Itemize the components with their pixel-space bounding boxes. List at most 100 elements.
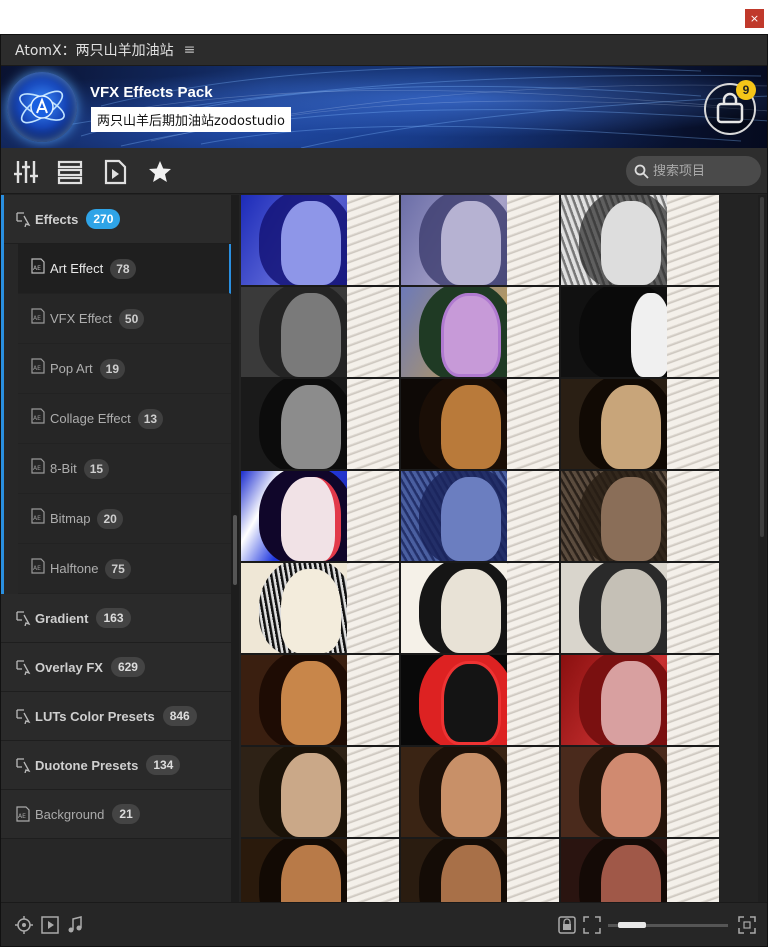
preview-thumbnail[interactable] bbox=[561, 471, 719, 561]
content-area: Effects 270 AE Art Effect 78 AE VFX Effe… bbox=[1, 195, 767, 929]
svg-text:AE: AE bbox=[33, 265, 41, 272]
atomx-panel: AtomX：两只山羊加油站 ≡ VFX Effects Pack 两只山羊后期加… bbox=[0, 34, 768, 947]
preview-thumbnail[interactable] bbox=[401, 563, 559, 653]
category-label: Effects bbox=[35, 211, 79, 227]
preview-thumbnail[interactable] bbox=[241, 747, 399, 837]
pack-subtitle: 两只山羊后期加油站zodostudio bbox=[91, 107, 291, 132]
panel-title: AtomX：两只山羊加油站 bbox=[15, 43, 174, 59]
subcategory-collage-effect[interactable]: AE Collage Effect 13 bbox=[18, 394, 231, 444]
folder-arrow-icon bbox=[16, 660, 31, 675]
search-box[interactable] bbox=[626, 156, 761, 186]
preview-thumbnail[interactable] bbox=[401, 379, 559, 469]
thumbnail-size-slider[interactable] bbox=[608, 922, 728, 928]
category-label: Background bbox=[35, 806, 105, 822]
svg-text:AE: AE bbox=[33, 565, 41, 572]
grid-scrollbar[interactable] bbox=[758, 195, 766, 902]
category-count: 846 bbox=[162, 706, 197, 726]
subcategory-art-effect[interactable]: AE Art Effect 78 bbox=[18, 244, 231, 294]
toolbar bbox=[1, 148, 767, 194]
folder-arrow-icon bbox=[16, 709, 31, 724]
preview-thumbnail[interactable] bbox=[401, 195, 559, 285]
ae-file-icon: AE bbox=[31, 508, 45, 524]
category-duotone-presets[interactable]: Duotone Presets 134 bbox=[1, 741, 231, 790]
category-gradient[interactable]: Gradient 163 bbox=[1, 594, 231, 643]
category-background[interactable]: AE Background 21 bbox=[1, 790, 231, 839]
preview-thumbnail[interactable] bbox=[401, 287, 559, 377]
music-note-icon[interactable] bbox=[66, 916, 84, 934]
folder-arrow-icon bbox=[16, 611, 31, 626]
preview-thumbnail[interactable] bbox=[561, 655, 719, 745]
svg-text:AE: AE bbox=[33, 315, 41, 322]
category-overlay-fx[interactable]: Overlay FX 629 bbox=[1, 643, 231, 692]
preview-grid bbox=[241, 195, 719, 929]
preview-thumbnail[interactable] bbox=[561, 747, 719, 837]
slider-knob[interactable] bbox=[618, 922, 646, 928]
play-box-icon[interactable] bbox=[41, 916, 59, 934]
category-count: 270 bbox=[86, 209, 121, 229]
subcategory-count: 75 bbox=[105, 558, 131, 579]
category-count: 21 bbox=[112, 804, 140, 824]
preview-thumbnail[interactable] bbox=[561, 379, 719, 469]
pack-banner: VFX Effects Pack 两只山羊后期加油站zodostudio 9 bbox=[1, 66, 767, 148]
preview-thumbnail[interactable] bbox=[561, 563, 719, 653]
category-effects[interactable]: Effects 270 bbox=[4, 195, 231, 244]
subcategory-label: Bitmap bbox=[50, 511, 91, 526]
svg-text:AE: AE bbox=[33, 515, 41, 522]
ae-file-icon: AE bbox=[31, 408, 45, 424]
window-titlebar: × bbox=[0, 0, 768, 34]
subcategory-pop-art[interactable]: AE Pop Art 19 bbox=[18, 344, 231, 394]
panel-tab[interactable]: AtomX：两只山羊加油站 ≡ bbox=[1, 35, 767, 66]
subcategory-label: Art Effect bbox=[50, 261, 104, 276]
star-icon[interactable] bbox=[147, 159, 173, 185]
preview-thumbnail[interactable] bbox=[241, 195, 399, 285]
folder-arrow-icon bbox=[16, 212, 31, 227]
category-label: LUTs Color Presets bbox=[35, 708, 155, 724]
search-input[interactable] bbox=[653, 163, 753, 179]
category-count: 134 bbox=[146, 755, 181, 775]
preview-thumbnail[interactable] bbox=[401, 471, 559, 561]
subcategory-count: 15 bbox=[83, 458, 110, 479]
ae-file-icon: AE bbox=[31, 258, 45, 274]
category-label: Duotone Presets bbox=[35, 757, 139, 773]
fit-icon[interactable] bbox=[583, 916, 601, 934]
subcategory-halftone[interactable]: AE Halftone 75 bbox=[18, 544, 231, 594]
subcategory-label: Pop Art bbox=[50, 361, 93, 376]
category-luts-color-presets[interactable]: LUTs Color Presets 846 bbox=[1, 692, 231, 741]
preview-thumbnail[interactable] bbox=[241, 287, 399, 377]
subcategory-label: VFX Effect bbox=[50, 311, 112, 326]
subcategory-vfx-effect[interactable]: AE VFX Effect 50 bbox=[18, 294, 231, 344]
cart-count-badge: 9 bbox=[736, 80, 756, 100]
preview-thumbnail[interactable] bbox=[241, 379, 399, 469]
preview-thumbnail[interactable] bbox=[401, 655, 559, 745]
preview-thumbnail[interactable] bbox=[241, 655, 399, 745]
subcategory-count: 13 bbox=[137, 408, 164, 429]
ae-file-icon: AE bbox=[31, 458, 45, 474]
video-file-icon[interactable] bbox=[102, 159, 128, 185]
sliders-icon[interactable] bbox=[13, 159, 39, 185]
preview-thumbnail[interactable] bbox=[241, 563, 399, 653]
lock-screen-icon[interactable] bbox=[558, 916, 576, 934]
preview-thumbnail[interactable] bbox=[241, 471, 399, 561]
list-view-icon[interactable] bbox=[57, 159, 83, 185]
close-button[interactable]: × bbox=[745, 9, 764, 28]
hamburger-icon[interactable]: ≡ bbox=[184, 42, 196, 58]
subcategory-8-bit[interactable]: AE 8-Bit 15 bbox=[18, 444, 231, 494]
subcategory-bitmap[interactable]: AE Bitmap 20 bbox=[18, 494, 231, 544]
category-label: Gradient bbox=[35, 610, 89, 626]
fullscreen-icon[interactable] bbox=[738, 916, 756, 934]
effects-group: Effects 270 AE Art Effect 78 AE VFX Effe… bbox=[1, 195, 231, 594]
ae-file-icon: AE bbox=[31, 358, 45, 374]
category-sidebar: Effects 270 AE Art Effect 78 AE VFX Effe… bbox=[1, 195, 231, 902]
preview-thumbnail[interactable] bbox=[561, 287, 719, 377]
subcategory-count: 20 bbox=[97, 508, 123, 529]
subcategory-label: Collage Effect bbox=[50, 411, 131, 426]
ae-file-icon: AE bbox=[31, 308, 45, 324]
preview-thumbnail[interactable] bbox=[561, 195, 719, 285]
ae-file-icon: AE bbox=[16, 806, 30, 822]
svg-text:AE: AE bbox=[18, 813, 26, 820]
preview-thumbnail[interactable] bbox=[401, 747, 559, 837]
subcategory-label: Halftone bbox=[50, 561, 99, 576]
sidebar-scrollbar[interactable] bbox=[231, 195, 239, 902]
svg-text:AE: AE bbox=[33, 365, 41, 372]
locate-icon[interactable] bbox=[15, 916, 33, 934]
